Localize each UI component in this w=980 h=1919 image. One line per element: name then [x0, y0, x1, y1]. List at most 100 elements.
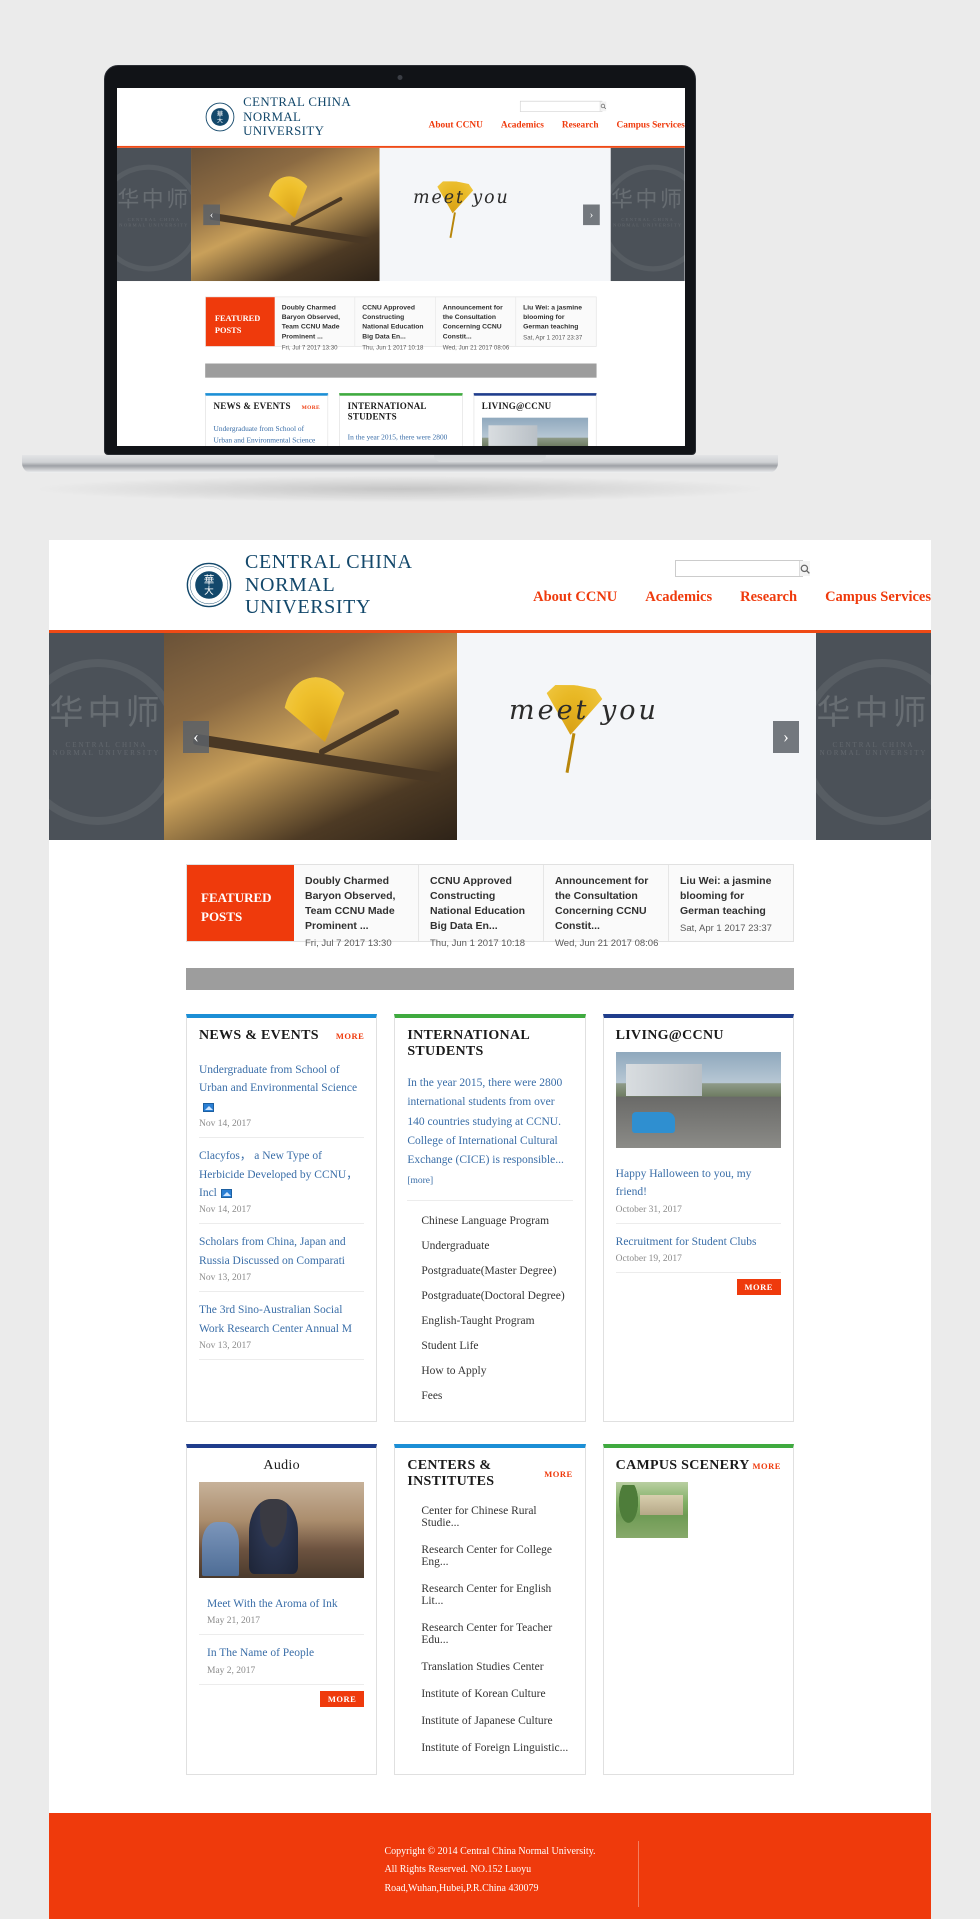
nav-item-research[interactable]: Research — [562, 119, 599, 130]
more-link[interactable]: MORE — [302, 404, 320, 410]
more-button[interactable]: MORE — [736, 1279, 781, 1296]
news-date: October 19, 2017 — [615, 1254, 682, 1265]
more-link[interactable]: MORE — [753, 1461, 781, 1471]
list-item[interactable]: English-Taught Program — [407, 1309, 572, 1334]
featured-post[interactable]: CCNU Approved Constructing National Educ… — [355, 297, 436, 351]
list-item[interactable]: Happy Halloween to you, my friend! Octob… — [615, 1156, 781, 1224]
card-title: CENTERS & INSTITUTES — [407, 1457, 495, 1489]
hero-prev-button[interactable]: ‹ — [203, 204, 220, 225]
featured-posts-label: FEATURED POSTS — [187, 865, 294, 941]
copyright-line-3: Road,Wuhan,Hubei,P.R.China 430079 — [384, 1882, 539, 1894]
hero-side-mark-right: 华中师 — [611, 187, 685, 212]
search-input[interactable] — [676, 561, 799, 576]
list-item[interactable]: Research Center for Teacher Edu... — [407, 1615, 572, 1654]
nav-item-academics[interactable]: Academics — [645, 589, 712, 606]
list-item[interactable]: Research Center for English Lit... — [407, 1576, 572, 1615]
list-item[interactable]: Research Center for College Eng... — [407, 1537, 572, 1576]
more-inline-link[interactable]: [more] — [407, 1176, 433, 1186]
webcam-icon — [397, 75, 403, 80]
list-item[interactable]: Clacyfos， a New Type of Herbicide Develo… — [199, 1138, 365, 1225]
featured-post[interactable]: Announcement for the Consultation Concer… — [436, 297, 517, 351]
list-item[interactable]: Undergraduate from School of Urban and E… — [214, 418, 320, 446]
featured-posts-mini: FEATURED POSTS Doubly Charmed Baryon Obs… — [205, 296, 597, 351]
list-item[interactable]: Student Life — [407, 1334, 572, 1359]
nav-item-research[interactable]: Research — [740, 589, 797, 606]
search-icon — [600, 103, 607, 110]
hero-prev-button[interactable]: ‹ — [183, 720, 209, 753]
campus-lawn-photo[interactable] — [615, 1481, 688, 1538]
list-item[interactable]: In The Name of People May 2, 2017 — [199, 1635, 365, 1685]
card-title: INTERNATIONAL STUDENTS — [407, 1028, 530, 1059]
list-item[interactable]: How to Apply — [407, 1359, 572, 1384]
ccnu-seal-icon: 華 大 — [205, 102, 235, 132]
nav-item-academics[interactable]: Academics — [501, 119, 544, 130]
laptop-notch — [434, 455, 546, 462]
list-item[interactable]: Chinese Language Program — [407, 1209, 572, 1234]
news-date: Nov 14, 2017 — [199, 1205, 251, 1216]
nav-item-campus-services[interactable]: Campus Services — [825, 589, 931, 606]
campus-street-photo — [615, 1052, 781, 1148]
more-link[interactable]: MORE — [336, 1031, 364, 1041]
hero-carousel-mini: 华中师 CENTRAL CHINA NORMAL UNIVERSITY meet… — [117, 147, 685, 282]
card-title: INTERNATIONAL STUDENTS — [347, 402, 427, 423]
featured-post-title: Liu Wei: a jasmine blooming for German t… — [680, 875, 772, 917]
laptop-lid: 華 大 CENTRAL CHINA NORMAL UNIVERSITY Abou… — [104, 65, 696, 455]
site-footer: Copyright © 2014 Central China Normal Un… — [49, 1812, 931, 1919]
featured-post-title: CCNU Approved Constructing National Educ… — [430, 875, 526, 932]
list-item[interactable]: Undergraduate from School of Urban and E… — [199, 1052, 365, 1139]
featured-post[interactable]: Liu Wei: a jasmine blooming for German t… — [669, 865, 793, 941]
list-item[interactable]: Postgraduate(Doctoral Degree) — [407, 1284, 572, 1309]
nav-item-campus-services[interactable]: Campus Services — [617, 119, 685, 130]
card-international-students: INTERNATIONAL STUDENTS In the year 2015,… — [394, 1014, 586, 1422]
list-item[interactable]: Center for Chinese Rural Studie... — [407, 1498, 572, 1537]
news-title: Scholars from China, Japan and Russia Di… — [199, 1236, 346, 1267]
list-item[interactable]: Recruitment for Student Clubs October 19… — [615, 1224, 781, 1274]
card-centers-institutes: CENTERS & INSTITUTES MORE Center for Chi… — [394, 1443, 586, 1775]
nav-item-about[interactable]: About CCNU — [429, 119, 483, 130]
full-page-wrap: 華 大 CENTRAL CHINA NORMAL UNIVERSITY Abou… — [0, 540, 980, 1919]
search-input[interactable] — [520, 101, 600, 112]
featured-post[interactable]: CCNU Approved Constructing National Educ… — [419, 865, 544, 949]
list-item[interactable]: Fees — [407, 1384, 572, 1409]
news-title: Happy Halloween to you, my friend! — [615, 1168, 752, 1199]
search-button[interactable] — [599, 101, 607, 112]
brand-line-2: NORMAL UNIVERSITY — [243, 109, 325, 139]
more-link[interactable]: MORE — [544, 1469, 572, 1479]
card-international-students: INTERNATIONAL STUDENTS In the year 2015,… — [339, 393, 463, 446]
featured-post-title: Announcement for the Consultation Concer… — [555, 875, 649, 932]
brand-mini[interactable]: 華 大 CENTRAL CHINA NORMAL UNIVERSITY — [205, 95, 380, 138]
card-living-ccnu: LIVING@CCNU — [473, 393, 597, 446]
hero-text-panel: meet you — [379, 147, 611, 282]
card-living-ccnu: LIVING@CCNU Happy Halloween to you, my f… — [602, 1014, 794, 1422]
brand-line-1: CENTRAL CHINA — [243, 95, 352, 110]
list-item[interactable]: The 3rd Sino-Australian Social Work Rese… — [199, 1292, 365, 1360]
centers-list: Center for Chinese Rural Studie... Resea… — [407, 1498, 572, 1762]
featured-post-title: Doubly Charmed Baryon Observed, Team CCN… — [305, 875, 396, 932]
list-item[interactable]: Scholars from China, Japan and Russia Di… — [199, 1224, 365, 1293]
list-item[interactable]: Institute of Foreign Linguistic... — [407, 1735, 572, 1762]
more-button[interactable]: MORE — [319, 1690, 365, 1707]
nav-item-about-ccnu[interactable]: About CCNU — [533, 589, 617, 606]
card-news-events: NEWS & EVENTS MORE Undergraduate from Sc… — [205, 393, 329, 446]
list-item[interactable]: Institute of Korean Culture — [407, 1681, 572, 1708]
list-item[interactable]: Translation Studies Center — [407, 1654, 572, 1681]
card-audio: Audio Meet With the Aroma of Ink May 21,… — [186, 1443, 378, 1775]
list-item[interactable]: Postgraduate(Master Degree) — [407, 1259, 572, 1284]
featured-post[interactable]: Liu Wei: a jasmine blooming for German t… — [516, 297, 596, 346]
laptop-shadow — [40, 476, 760, 502]
featured-post[interactable]: Doubly Charmed Baryon Observed, Team CCN… — [275, 297, 356, 351]
featured-post[interactable]: Announcement for the Consultation Concer… — [544, 865, 669, 949]
hero-next-button[interactable]: › — [773, 720, 799, 753]
search-button[interactable] — [799, 561, 810, 576]
news-title: Undergraduate from School of Urban and E… — [199, 1064, 358, 1095]
featured-post[interactable]: Doubly Charmed Baryon Observed, Team CCN… — [294, 865, 419, 949]
hero-side-left: 华中师 CENTRAL CHINA NORMAL UNIVERSITY — [117, 147, 192, 282]
news-title: Meet With the Aroma of Ink — [207, 1597, 338, 1610]
brand-logo[interactable]: 華 大 CENTRAL CHINA NORMAL UNIVERSITY — [186, 551, 457, 618]
list-item[interactable]: Institute of Japanese Culture — [407, 1708, 572, 1735]
search-box-mini — [519, 100, 607, 112]
list-item[interactable]: Undergraduate — [407, 1234, 572, 1259]
list-item[interactable]: Meet With the Aroma of Ink May 21, 2017 — [199, 1586, 365, 1636]
hero-next-button[interactable]: › — [583, 204, 600, 225]
featured-label-line-2: POSTS — [201, 909, 243, 925]
